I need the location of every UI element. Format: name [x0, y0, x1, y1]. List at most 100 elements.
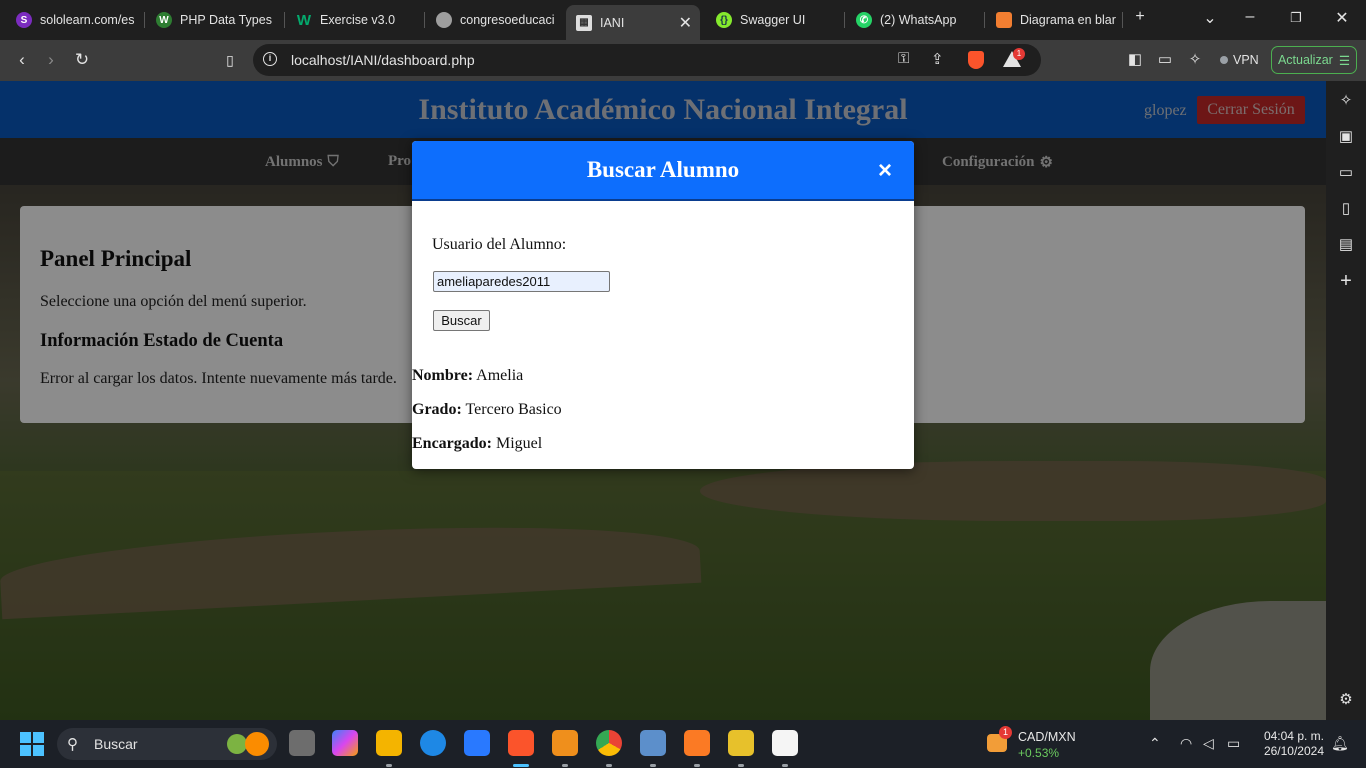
tab-separator: [424, 12, 425, 28]
tab-php-data-types[interactable]: W PHP Data Types: [146, 5, 280, 35]
clock-time: 04:04 p. m.: [1263, 729, 1324, 743]
result-label: Encargado:: [412, 435, 492, 452]
result-guardian: Encargado: Miguel: [412, 435, 542, 453]
currency-pair: CAD/MXN: [1018, 730, 1076, 744]
share-icon[interactable]: ⇪: [931, 50, 944, 68]
app-running-indicator: [738, 764, 744, 767]
tray-chevron-up-icon[interactable]: ⌃: [1149, 735, 1161, 752]
tab-title: sololearn.com/es: [40, 13, 135, 27]
tab-exercise[interactable]: W Exercise v3.0: [286, 5, 420, 35]
taskbar-search-label: Buscar: [94, 736, 138, 752]
search-highlight-icon: [245, 732, 269, 756]
file-explorer-icon[interactable]: [376, 730, 402, 756]
leo-sidebar-icon[interactable]: ✧: [1337, 92, 1355, 110]
tab-search-chevron-icon[interactable]: ⌄: [1198, 8, 1222, 28]
menu-hamburger-icon: ☰: [1338, 53, 1351, 68]
wallet-sidebar-icon[interactable]: ▭: [1337, 164, 1355, 182]
tab-iani[interactable]: ▦ IANI ✕: [566, 5, 700, 40]
restore-icon[interactable]: ❐: [1284, 10, 1308, 26]
tab-whatsapp[interactable]: ✆ (2) WhatsApp: [846, 5, 980, 35]
new-tab-plus-icon[interactable]: +: [1128, 8, 1152, 26]
update-label: Actualizar: [1277, 53, 1333, 67]
minimize-icon[interactable]: –: [1238, 8, 1262, 26]
app-running-indicator: [782, 764, 788, 767]
reload-icon[interactable]: ↻: [71, 50, 93, 70]
taskbar-search[interactable]: ⚲ Buscar: [57, 728, 277, 760]
result-label: Nombre:: [412, 367, 474, 384]
windows-taskbar: ⚲ Buscar 1 CAD/MXN +0.53% ⌃ ◠ ◁ ▭ 04:04 …: [0, 720, 1366, 768]
back-arrow-icon[interactable]: ‹: [11, 50, 33, 70]
browser-toolbar: ‹ › ↻ ▯ i localhost/IANI/dashboard.php ⚿…: [0, 40, 1366, 81]
tab-separator: [1122, 12, 1123, 28]
swagger-icon: {}: [716, 12, 732, 28]
modal-header: Buscar Alumno ×: [412, 141, 914, 201]
leo-ai-icon[interactable]: ✧: [1184, 50, 1206, 70]
microsoft-store-icon[interactable]: [464, 730, 490, 756]
talk-video-icon[interactable]: ▣: [1337, 128, 1355, 146]
volume-icon[interactable]: ◁: [1203, 735, 1214, 752]
url-text[interactable]: localhost/IANI/dashboard.php: [291, 52, 475, 68]
tab-separator: [844, 12, 845, 28]
app-running-indicator: [562, 764, 568, 767]
xampp-icon[interactable]: [684, 730, 710, 756]
search-student-modal: Buscar Alumno × Usuario del Alumno: Busc…: [412, 141, 914, 469]
forward-arrow-icon[interactable]: ›: [40, 50, 62, 70]
wifi-icon[interactable]: ◠: [1180, 735, 1192, 752]
result-value: Miguel: [496, 435, 543, 452]
whatsapp-icon: ✆: [856, 12, 872, 28]
bookmarks-sidebar-icon[interactable]: ▯: [1337, 200, 1355, 218]
app-running-indicator: [386, 764, 392, 767]
address-bar[interactable]: i localhost/IANI/dashboard.php ⚿ ⇪: [253, 44, 1041, 76]
bookmark-icon[interactable]: ▯: [219, 50, 241, 70]
tab-sololearn[interactable]: S sololearn.com/es: [6, 5, 140, 35]
vpn-label: VPN: [1233, 53, 1259, 67]
student-user-input[interactable]: [433, 271, 610, 292]
result-label: Grado:: [412, 401, 462, 418]
browser-tab-strip: S sololearn.com/es W PHP Data Types W Ex…: [0, 0, 1366, 40]
search-highlight-icon: [227, 734, 247, 754]
vpn-button[interactable]: VPN: [1212, 48, 1267, 72]
iani-favicon-icon: ▦: [576, 14, 592, 31]
result-grade: Grado: Tercero Basico: [412, 401, 562, 419]
close-icon[interactable]: ×: [878, 159, 892, 183]
password-key-icon[interactable]: ⚿: [898, 50, 909, 67]
update-button[interactable]: Actualizar ☰: [1271, 46, 1357, 74]
app-active-indicator: [513, 764, 529, 767]
system-clock[interactable]: 04:04 p. m. 26/10/2024: [1250, 729, 1324, 759]
edge-icon[interactable]: [420, 730, 446, 756]
tab-close-icon[interactable]: ✕: [679, 13, 692, 33]
reading-list-icon[interactable]: ▤: [1337, 236, 1355, 254]
battery-icon[interactable]: ▭: [1227, 735, 1240, 752]
tab-congreso[interactable]: congresoeducaci: [426, 5, 560, 35]
rewards-badge: 1: [1013, 48, 1025, 60]
drawio-icon: [996, 12, 1012, 28]
brave-browser-icon[interactable]: [508, 730, 534, 756]
sololearn-icon: S: [16, 12, 32, 28]
windows-start-icon[interactable]: [20, 732, 44, 756]
search-button[interactable]: Buscar: [433, 310, 490, 331]
copilot-icon[interactable]: [332, 730, 358, 756]
tab-diagrama[interactable]: Diagrama en blar: [986, 5, 1120, 35]
tab-swagger[interactable]: {} Swagger UI: [706, 5, 840, 35]
result-value: Amelia: [476, 367, 524, 384]
task-view-icon[interactable]: [289, 730, 315, 756]
sticky-notes-icon[interactable]: [728, 730, 754, 756]
add-panel-plus-icon[interactable]: +: [1337, 271, 1355, 291]
modal-title: Buscar Alumno: [586, 157, 740, 182]
site-info-icon[interactable]: i: [263, 52, 277, 66]
settings-gear-icon[interactable]: ⚙: [1337, 691, 1355, 709]
w3schools-icon: W: [296, 11, 312, 29]
brave-shields-icon[interactable]: [968, 51, 984, 69]
tab-title: Diagrama en blar: [1020, 13, 1116, 27]
sublime-text-icon[interactable]: [552, 730, 578, 756]
sidebar-toggle-icon[interactable]: ◧: [1124, 50, 1146, 70]
chrome-icon[interactable]: [596, 730, 622, 756]
tab-title: congresoeducaci: [460, 13, 555, 27]
wallet-icon[interactable]: ▭: [1154, 50, 1176, 70]
close-window-icon[interactable]: ✕: [1330, 8, 1354, 28]
tab-title: (2) WhatsApp: [880, 13, 957, 27]
notion-icon[interactable]: [772, 730, 798, 756]
notification-bell-icon[interactable]: 🔔︎: [1331, 735, 1349, 752]
tab-title: IANI: [600, 15, 625, 30]
photos-icon[interactable]: [640, 730, 666, 756]
